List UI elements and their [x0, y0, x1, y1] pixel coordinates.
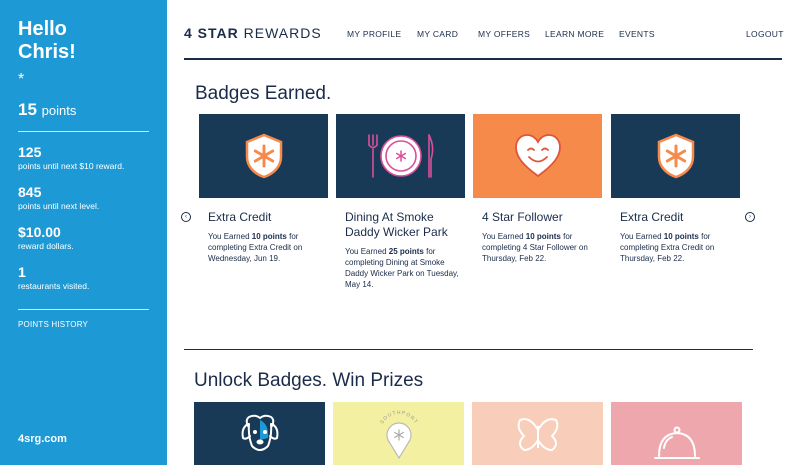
- nav-my-offers[interactable]: MY OFFERS: [478, 29, 530, 39]
- badge-title: Dining At Smoke Daddy Wicker Park: [345, 210, 448, 239]
- stat-value: 845: [18, 184, 42, 200]
- sidebar-divider: [18, 131, 149, 132]
- prize-badge-southport[interactable]: SOUTHPORT: [333, 402, 464, 465]
- stat-reward-dollars: $10.00 reward dollars.: [18, 224, 149, 252]
- badge-points: 10 points: [525, 232, 561, 241]
- sidebar-divider: [18, 309, 149, 310]
- badge-points: 10 points: [663, 232, 699, 241]
- nav-my-card[interactable]: MY CARD: [417, 29, 458, 39]
- badge-card[interactable]: 4 Star Follower You Earned 10 points for…: [473, 114, 602, 264]
- stat-label: reward dollars.: [18, 241, 74, 251]
- map-pin-icon: SOUTHPORT: [379, 410, 417, 460]
- logout-link[interactable]: LOGOUT: [746, 29, 784, 39]
- badge-card[interactable]: Extra Credit You Earned 10 points for co…: [611, 114, 740, 264]
- stat-value: $10.00: [18, 224, 61, 240]
- cloche-icon: [653, 426, 700, 459]
- dog-icon: [241, 414, 278, 451]
- butterfly-icon: [517, 418, 558, 451]
- stat-value: 125: [18, 144, 42, 160]
- logo-strong: 4 STAR: [184, 25, 239, 41]
- badge-description: You Earned 10 points for completing 4 St…: [482, 231, 600, 264]
- badge-desc-prefix: You Earned: [620, 232, 664, 241]
- stat-points-to-reward: 125 points until next $10 reward.: [18, 144, 149, 172]
- points-total: 15 points: [18, 100, 149, 120]
- badge-points: 10 points: [251, 232, 287, 241]
- stat-value: 1: [18, 264, 26, 280]
- badge-description: You Earned 25 points for completing Dini…: [345, 246, 463, 290]
- top-header: 4 STAR REWARDS MY PROFILE MY CARD MY OFF…: [184, 0, 784, 60]
- prize-badge-dog[interactable]: [194, 402, 325, 465]
- stat-label: points until next $10 reward.: [18, 161, 125, 171]
- nav-events[interactable]: EVENTS: [619, 29, 655, 39]
- prize-badge-butterfly[interactable]: [472, 402, 603, 465]
- page: Hello Chris! * 15 points 125 points unti…: [0, 0, 800, 465]
- badge-desc-prefix: You Earned: [208, 232, 252, 241]
- points-value: 15: [18, 100, 37, 119]
- stat-label: points until next level.: [18, 201, 100, 211]
- stat-points-to-level: 845 points until next level.: [18, 184, 149, 212]
- shield-star-icon: [611, 114, 740, 198]
- badge-title: Extra Credit: [620, 210, 684, 224]
- star-icon: *: [18, 71, 25, 88]
- logo-light: REWARDS: [243, 25, 322, 41]
- carousel-next-button[interactable]: ›: [745, 212, 755, 222]
- greeting-name: Chris!: [18, 41, 76, 63]
- carousel-prev-button[interactable]: ‹: [181, 212, 191, 222]
- greeting: Hello Chris!: [18, 18, 149, 64]
- badge-title: Extra Credit: [208, 210, 272, 224]
- points-unit: points: [41, 103, 77, 118]
- smiling-heart-icon: [473, 114, 602, 198]
- badge-card[interactable]: Extra Credit You Earned 10 points for co…: [199, 114, 328, 264]
- badge-points: 25 points: [388, 247, 424, 256]
- badge-description: You Earned 10 points for completing Extr…: [620, 231, 738, 264]
- stat-label: restaurants visited.: [18, 281, 90, 291]
- greeting-hello: Hello: [18, 18, 67, 40]
- nav-my-profile[interactable]: MY PROFILE: [347, 29, 401, 39]
- badge-description: You Earned 10 points for completing Extr…: [208, 231, 326, 264]
- badges-earned-title: Badges Earned.: [195, 83, 332, 104]
- sidebar: Hello Chris! * 15 points 125 points unti…: [0, 0, 167, 465]
- shield-star-icon: [199, 114, 328, 198]
- unlock-badges-title: Unlock Badges. Win Prizes: [194, 370, 424, 391]
- plate-utensils-icon: [336, 114, 465, 198]
- site-link[interactable]: 4srg.com: [18, 433, 67, 445]
- section-divider: [184, 349, 753, 350]
- badge-card[interactable]: Dining At Smoke Daddy Wicker Park You Ea…: [336, 114, 465, 290]
- nav-learn-more[interactable]: LEARN MORE: [545, 29, 604, 39]
- points-history-link[interactable]: POINTS HISTORY: [18, 320, 149, 329]
- badge-title: 4 Star Follower: [482, 210, 563, 224]
- badge-desc-prefix: You Earned: [482, 232, 526, 241]
- prize-badge-cloche[interactable]: [611, 402, 742, 465]
- badge-desc-prefix: You Earned: [345, 247, 389, 256]
- logo[interactable]: 4 STAR REWARDS: [184, 25, 322, 41]
- stat-restaurants-visited: 1 restaurants visited.: [18, 264, 149, 292]
